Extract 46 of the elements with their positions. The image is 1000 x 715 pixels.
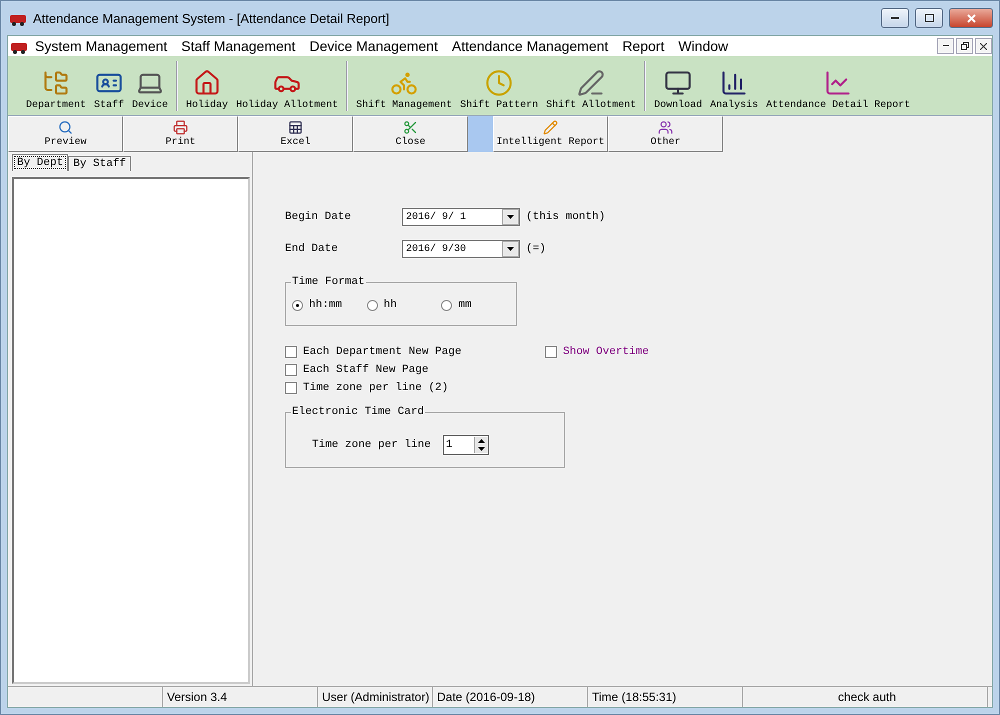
tab[interactable]: By Dept: [12, 154, 68, 171]
report-button[interactable]: Excel: [238, 116, 353, 152]
toolbar-button[interactable]: Device: [128, 69, 172, 111]
radio-label: hh: [384, 299, 397, 311]
toolbar-button[interactable]: Shift Management: [352, 69, 456, 111]
toolbar-button[interactable]: Staff: [90, 69, 128, 111]
status-text: Time (18:55:31): [588, 687, 743, 707]
toolbar-button[interactable]: Shift Allotment: [542, 69, 640, 111]
toolbar-button[interactable]: Shift Pattern: [456, 69, 542, 111]
status-text: User (Administrator): [318, 687, 433, 707]
spin-field[interactable]: 1: [442, 435, 489, 455]
date-note: (this month): [526, 211, 606, 223]
menu-item[interactable]: Report: [615, 38, 672, 54]
status-text: Version 3.4: [163, 687, 318, 707]
menu-item[interactable]: Staff Management: [174, 38, 302, 54]
toolbar-button[interactable]: Holiday Allotment: [232, 69, 342, 111]
toolbar-button[interactable]: Analysis: [706, 69, 762, 111]
menu-item[interactable]: Window: [671, 38, 736, 54]
report-button[interactable]: Intelligent Report: [493, 116, 608, 152]
date-picker[interactable]: 2016/ 9/30: [402, 240, 520, 258]
date-note: (=): [526, 243, 547, 255]
status-text: check auth: [743, 687, 988, 707]
status-text: Date (2016-09-18): [433, 687, 588, 707]
field-label: Time zone per line: [312, 439, 431, 451]
report-button[interactable]: Print: [123, 116, 238, 152]
report-button[interactable]: Preview: [8, 116, 123, 152]
window-title: Attendance Management System - [Attendance Detail Report]: [33, 10, 390, 26]
tab[interactable]: By Staff: [68, 156, 132, 171]
field-label: Begin Date: [285, 211, 352, 223]
toolbar-button[interactable]: Holiday: [182, 69, 232, 111]
report-button[interactable]: Other: [608, 116, 723, 152]
report-button[interactable]: Close: [353, 116, 468, 152]
checkbox-label: Each Staff New Page: [303, 364, 428, 376]
date-picker[interactable]: 2016/ 9/ 1: [402, 208, 520, 226]
toolbar-button[interactable]: Attendance Detail Report: [762, 69, 914, 111]
radio-label: hh:mm: [309, 299, 342, 311]
checkbox-label: Show Overtime: [563, 346, 649, 358]
menu-item[interactable]: Attendance Management: [444, 38, 616, 54]
field-label: End Date: [285, 243, 339, 255]
checkbox-label: Each Department New Page: [303, 346, 462, 358]
menu-item[interactable]: Device Management: [302, 38, 445, 54]
menu-item[interactable]: System Management: [28, 38, 174, 54]
toolbar-button[interactable]: Download: [650, 69, 706, 111]
radio-label: mm: [458, 299, 472, 311]
toolbar-button[interactable]: Department: [22, 69, 90, 111]
checkbox-label: Time zone per line (2): [303, 382, 448, 394]
